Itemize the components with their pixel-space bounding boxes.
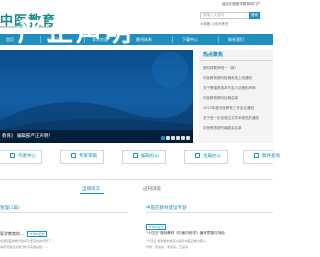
chief-editor-label: 主编办公 <box>203 154 221 159</box>
search-input[interactable]: 请输入关键词 <box>200 12 250 19</box>
bookmark-homepage-links[interactable]: ★收藏 ◎设为首页 <box>200 22 228 27</box>
hot-topic-item[interactable]: 中医教育期刊投稿系统上线通知 <box>203 76 252 81</box>
carousel-dot-2[interactable] <box>166 136 170 140</box>
issue-right-divider <box>146 212 273 213</box>
carousel-dot-1[interactable] <box>161 136 165 140</box>
manuscript-query-button[interactable]: 稿件查询 <box>243 150 280 164</box>
search-button[interactable]: 搜索 <box>249 12 260 19</box>
banner-title: 严正声明 <box>18 18 135 48</box>
article-authors: 作者：张某某，李某某，王某某 <box>146 245 189 249</box>
article-fulltext-link[interactable]: HTML全文 <box>146 224 167 230</box>
query-icon <box>254 153 259 158</box>
expert-review-button[interactable]: 专家审稿 <box>60 150 104 164</box>
nav-home[interactable]: 首页 <box>6 34 14 45</box>
issue-left-divider <box>0 212 128 213</box>
expert-icon <box>71 153 76 158</box>
author-center-label: 作者中心 <box>18 154 36 159</box>
nav-divider <box>172 36 173 43</box>
tab-past-issues[interactable]: 过刊浏览 <box>143 186 161 192</box>
author-center-button[interactable]: 作者中心 <box>0 150 42 164</box>
expert-review-label: 专家审稿 <box>79 154 97 159</box>
html-fulltext-button[interactable]: HTML全文 <box>27 231 48 237</box>
hot-topics-title: 热点聚焦 <box>203 52 224 58</box>
nav-downloads[interactable]: 下载中心 <box>182 34 198 45</box>
carousel-dot-5[interactable] <box>181 136 185 140</box>
portal-link[interactable]: 返回中国医学教育网门户 <box>222 2 261 7</box>
html-fulltext-button[interactable]: HTML全文 <box>146 224 167 230</box>
carousel-dot-3[interactable] <box>171 136 175 140</box>
editor-office-button[interactable]: 编辑办公 <box>122 150 166 164</box>
nav-journals[interactable]: 期刊体系 <box>136 34 152 45</box>
article-title[interactable]: 医学教育的… HTML全文 <box>0 231 48 237</box>
article-title-text: 医学教育的… <box>0 231 24 236</box>
article-title[interactable]: "十四五"规划教材《中医内科学》编写思路与特色 <box>146 231 225 236</box>
hot-topic-item[interactable]: 中医教育期刊征稿启事 <box>203 96 238 101</box>
section-divider <box>0 179 273 180</box>
editor-icon <box>133 153 138 158</box>
hot-topic-item[interactable]: 2022年度中医教育工作会议通知 <box>203 106 254 111</box>
article-abstract: "十四五"规划教材编写以培养中医思维为核心 <box>146 239 206 243</box>
article-title-text: "十四五"规划教材《中医内科学》编写思路与特色 <box>146 231 225 235</box>
article-abstract: 在国际医学教育改革不断深化的背景下 <box>0 239 52 243</box>
editor-in-chief-icon <box>195 153 200 158</box>
banner-caption-prefix: 教育》 <box>2 134 16 139</box>
banner-caption[interactable]: 教育》 编辑部严正声明！ <box>2 133 53 139</box>
hot-topic-item[interactable]: 中医教育期刊编委会名单 <box>203 126 242 131</box>
hot-topic-item[interactable]: 期刊转载声明一（新） <box>203 66 238 71</box>
issue-right-heading: 中医药教材建设专题 <box>146 206 187 211</box>
hot-topic-item[interactable]: 关于警惕冒用本刊名义征稿的声明 <box>203 86 256 91</box>
user-icon <box>10 153 15 158</box>
article-abstract: 本研究通过文献分析与实践总结…… <box>0 245 49 249</box>
editor-office-label: 编辑办公 <box>141 154 159 159</box>
banner-caption-text: 编辑部严正声明！ <box>16 134 53 139</box>
hot-topic-item[interactable]: 关于进一步加强论文学术规范的通知 <box>203 116 259 121</box>
chief-editor-button[interactable]: 主编办公 <box>184 150 228 164</box>
tab-current-issue[interactable]: 当期目次 <box>82 186 100 192</box>
manuscript-query-label: 稿件查询 <box>262 154 280 159</box>
nav-divider <box>218 36 219 43</box>
nav-contact[interactable]: 联系我们 <box>228 34 244 45</box>
issue-left-heading: 管理(1篇) <box>0 206 20 211</box>
active-tab-indicator <box>80 193 104 194</box>
carousel-dot-4[interactable] <box>176 136 180 140</box>
carousel-dot-6[interactable] <box>186 136 190 140</box>
hot-topics-divider <box>199 60 273 61</box>
